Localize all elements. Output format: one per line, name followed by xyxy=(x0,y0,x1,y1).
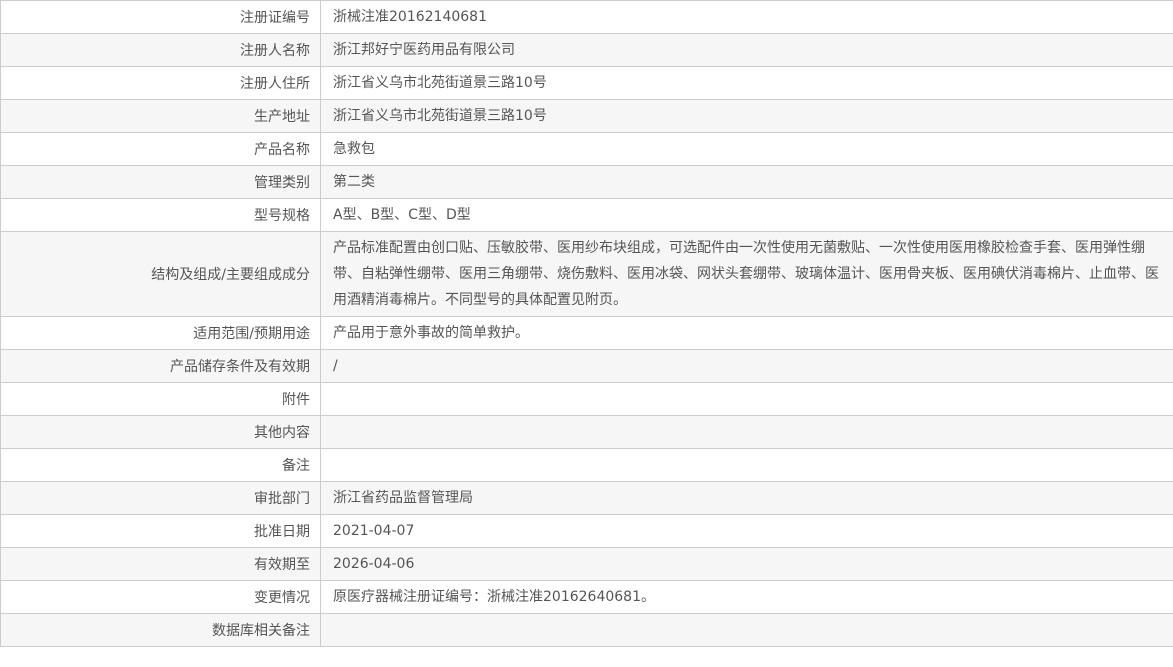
row-field-value: 浙江省义乌市北苑街道景三路10号 xyxy=(321,67,1173,100)
row-field-label: 结构及组成/主要组成成分 xyxy=(1,232,321,317)
row-field-value: 2021-04-07 xyxy=(321,515,1173,548)
table-row: 管理类别 第二类 xyxy=(1,166,1173,199)
registration-table-body: 注册证编号 浙械注准20162140681 注册人名称 浙江邦好宁医药用品有限公… xyxy=(1,1,1173,647)
row-field-value: 浙江省义乌市北苑街道景三路10号 xyxy=(321,100,1173,133)
table-row: 生产地址 浙江省义乌市北苑街道景三路10号 xyxy=(1,100,1173,133)
row-field-value: / xyxy=(321,350,1173,383)
table-row: 备注 xyxy=(1,449,1173,482)
table-row: 适用范围/预期用途 产品用于意外事故的简单救护。 xyxy=(1,317,1173,350)
row-field-label: 管理类别 xyxy=(1,166,321,199)
row-field-label: 审批部门 xyxy=(1,482,321,515)
row-field-value: 2026-04-06 xyxy=(321,548,1173,581)
row-field-value: 原医疗器械注册证编号：浙械注准20162640681。 xyxy=(321,581,1173,614)
row-field-label: 注册人名称 xyxy=(1,34,321,67)
page: { "page": { "background_color": "#ffffff… xyxy=(0,0,1173,667)
row-field-value xyxy=(321,614,1173,647)
row-field-value: A型、B型、C型、D型 xyxy=(321,199,1173,232)
row-field-value xyxy=(321,416,1173,449)
row-field-label: 注册证编号 xyxy=(1,1,321,34)
row-field-label: 型号规格 xyxy=(1,199,321,232)
table-row: 产品储存条件及有效期 / xyxy=(1,350,1173,383)
row-field-label: 注册人住所 xyxy=(1,67,321,100)
row-field-label: 变更情况 xyxy=(1,581,321,614)
row-field-value xyxy=(321,449,1173,482)
table-row: 有效期至 2026-04-06 xyxy=(1,548,1173,581)
row-field-label: 有效期至 xyxy=(1,548,321,581)
table-row: 数据库相关备注 xyxy=(1,614,1173,647)
table-row: 注册人住所 浙江省义乌市北苑街道景三路10号 xyxy=(1,67,1173,100)
table-row: 审批部门 浙江省药品监督管理局 xyxy=(1,482,1173,515)
registration-record-table: 注册证编号 浙械注准20162140681 注册人名称 浙江邦好宁医药用品有限公… xyxy=(0,0,1173,647)
row-field-value: 浙江省药品监督管理局 xyxy=(321,482,1173,515)
row-field-label: 适用范围/预期用途 xyxy=(1,317,321,350)
row-field-label: 产品名称 xyxy=(1,133,321,166)
row-field-label: 数据库相关备注 xyxy=(1,614,321,647)
table-row: 产品名称 急救包 xyxy=(1,133,1173,166)
table-row: 批准日期 2021-04-07 xyxy=(1,515,1173,548)
row-field-label: 备注 xyxy=(1,449,321,482)
row-field-value xyxy=(321,383,1173,416)
row-field-label: 产品储存条件及有效期 xyxy=(1,350,321,383)
row-field-label: 批准日期 xyxy=(1,515,321,548)
row-field-label: 生产地址 xyxy=(1,100,321,133)
table-row: 变更情况 原医疗器械注册证编号：浙械注准20162640681。 xyxy=(1,581,1173,614)
row-field-value: 急救包 xyxy=(321,133,1173,166)
row-field-value: 产品标准配置由创口贴、压敏胶带、医用纱布块组成，可选配件由一次性使用无菌敷贴、一… xyxy=(321,232,1173,317)
table-row: 型号规格 A型、B型、C型、D型 xyxy=(1,199,1173,232)
table-row: 注册证编号 浙械注准20162140681 xyxy=(1,1,1173,34)
table-row: 结构及组成/主要组成成分 产品标准配置由创口贴、压敏胶带、医用纱布块组成，可选配… xyxy=(1,232,1173,317)
row-field-value: 浙江邦好宁医药用品有限公司 xyxy=(321,34,1173,67)
row-field-value: 浙械注准20162140681 xyxy=(321,1,1173,34)
table-row: 附件 xyxy=(1,383,1173,416)
table-row: 注册人名称 浙江邦好宁医药用品有限公司 xyxy=(1,34,1173,67)
row-field-label: 其他内容 xyxy=(1,416,321,449)
row-field-label: 附件 xyxy=(1,383,321,416)
row-field-value: 产品用于意外事故的简单救护。 xyxy=(321,317,1173,350)
table-row: 其他内容 xyxy=(1,416,1173,449)
row-field-value: 第二类 xyxy=(321,166,1173,199)
